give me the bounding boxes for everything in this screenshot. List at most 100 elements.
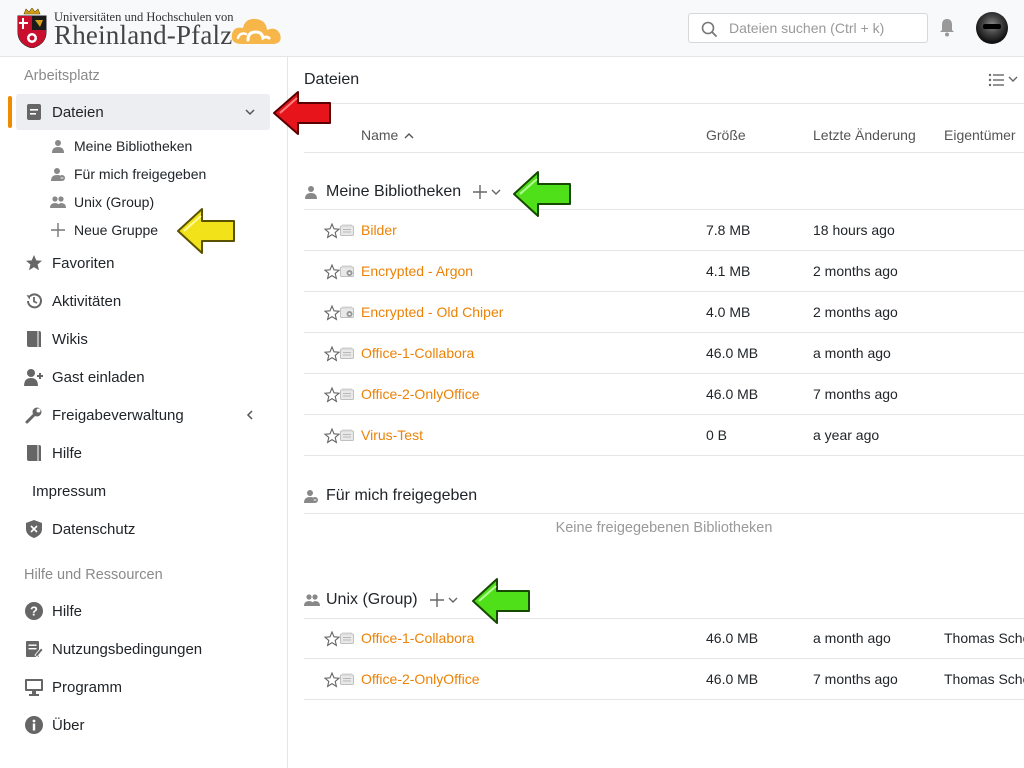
- column-header-modified[interactable]: Letzte Änderung: [813, 127, 916, 143]
- library-modified: 2 months ago: [813, 263, 898, 279]
- sidebar-subitem-my-libraries[interactable]: Meine Bibliotheken: [50, 133, 192, 159]
- table-row[interactable]: Encrypted - Argon 4.1 MB 2 months ago: [304, 251, 1024, 292]
- sidebar-subitem-new-group[interactable]: Neue Gruppe: [50, 217, 158, 243]
- sidebar-item-help-resource[interactable]: ? Hilfe: [16, 593, 82, 629]
- sidebar-item-activities[interactable]: Aktivitäten: [16, 283, 121, 319]
- column-header-size[interactable]: Größe: [706, 127, 746, 143]
- avatar[interactable]: [976, 12, 1008, 44]
- sidebar-item-share-admin[interactable]: Freigabeverwaltung: [16, 397, 270, 433]
- sidebar-subitem-unix-group[interactable]: Unix (Group): [50, 189, 154, 215]
- library-icon: [340, 429, 354, 441]
- table-row[interactable]: Encrypted - Old Chiper 4.0 MB 2 months a…: [304, 292, 1024, 333]
- library-name-link[interactable]: Virus-Test: [361, 427, 423, 443]
- sidebar-item-files[interactable]: Dateien: [16, 94, 270, 130]
- library-name-link[interactable]: Office-2-OnlyOffice: [361, 671, 480, 687]
- sidebar-item-label: Impressum: [32, 482, 107, 500]
- sidebar-subitem-label: Für mich freigegeben: [74, 166, 207, 182]
- edit-doc-icon: [24, 639, 44, 659]
- star-outline-icon[interactable]: [324, 305, 340, 321]
- sidebar-item-label: Über: [52, 716, 85, 734]
- book-icon: [24, 329, 44, 349]
- table-row[interactable]: Office-2-OnlyOffice 46.0 MB 7 months ago: [304, 374, 1024, 415]
- search-box[interactable]: [688, 13, 928, 43]
- table-row[interactable]: Office-1-Collabora 46.0 MB a month ago: [304, 333, 1024, 374]
- group-title: Meine Bibliotheken: [326, 183, 462, 200]
- sidebar-item-about[interactable]: Über: [16, 707, 85, 743]
- empty-state-text: Keine freigegebenen Bibliotheken: [555, 520, 773, 536]
- chevron-down-icon: [491, 189, 501, 195]
- table-row[interactable]: Bilder 7.8 MB 18 hours ago: [304, 210, 1024, 251]
- star-outline-icon[interactable]: [324, 223, 340, 239]
- table-row[interactable]: Office-1-Collabora 46.0 MB a month ago T…: [304, 618, 1024, 659]
- monitor-icon: [24, 677, 44, 697]
- bell-icon[interactable]: [937, 17, 957, 37]
- library-size: 46.0 MB: [706, 630, 759, 646]
- add-group-library-button[interactable]: [429, 593, 459, 607]
- section-title-resources: Hilfe und Ressourcen: [24, 567, 163, 583]
- star-outline-icon[interactable]: [324, 264, 340, 280]
- sidebar-subitem-label: Meine Bibliotheken: [74, 138, 193, 154]
- book-icon: [24, 443, 44, 463]
- question-icon: ?: [24, 601, 44, 621]
- library-modified: a month ago: [813, 630, 891, 646]
- add-library-button[interactable]: [473, 185, 502, 199]
- chevron-down-icon[interactable]: [244, 106, 256, 118]
- sidebar-item-imprint[interactable]: Impressum: [32, 473, 106, 509]
- library-icon: [340, 673, 354, 685]
- star-icon: [24, 253, 44, 273]
- star-outline-icon[interactable]: [324, 346, 340, 362]
- encrypted-library-icon: [340, 306, 354, 318]
- group-my-libraries: Meine Bibliotheken: [304, 180, 502, 204]
- user-shared-icon: [304, 488, 320, 504]
- library-size: 4.0 MB: [706, 304, 751, 320]
- user-shared-icon: [50, 166, 66, 182]
- sidebar-item-help[interactable]: Hilfe: [16, 435, 82, 471]
- group-title: Unix (Group): [326, 591, 418, 608]
- sidebar-subitem-shared[interactable]: Für mich freigegeben: [50, 161, 206, 187]
- list-view-icon[interactable]: [988, 73, 1020, 87]
- star-outline-icon[interactable]: [324, 428, 340, 444]
- library-owner: Thomas Sche: [944, 671, 1024, 687]
- chevron-left-icon[interactable]: [244, 409, 256, 421]
- table-row[interactable]: Office-2-OnlyOffice 46.0 MB 7 months ago…: [304, 659, 1024, 700]
- library-modified: a month ago: [813, 345, 891, 361]
- library-icon: [340, 388, 354, 400]
- library-name-link[interactable]: Office-1-Collabora: [361, 345, 474, 361]
- plus-icon: [50, 222, 66, 238]
- library-name-link[interactable]: Office-2-OnlyOffice: [361, 386, 480, 402]
- search-input[interactable]: [729, 19, 919, 37]
- sidebar-item-wikis[interactable]: Wikis: [16, 321, 88, 357]
- library-name-link[interactable]: Encrypted - Argon: [361, 263, 473, 279]
- sidebar-item-privacy[interactable]: Datenschutz: [16, 511, 135, 547]
- sidebar-item-label: Wikis: [52, 330, 88, 348]
- library-name-link[interactable]: Bilder: [361, 222, 397, 238]
- sidebar-item-label: Hilfe: [52, 602, 83, 620]
- sidebar-item-favorites[interactable]: Favoriten: [16, 245, 115, 281]
- star-outline-icon[interactable]: [324, 387, 340, 403]
- group-icon: [50, 194, 66, 210]
- library-icon: [340, 347, 354, 359]
- column-header-name[interactable]: Name: [361, 127, 414, 143]
- search-icon: [701, 21, 717, 37]
- star-outline-icon[interactable]: [324, 672, 340, 688]
- user-plus-icon: [24, 367, 44, 387]
- sidebar-item-program[interactable]: Programm: [16, 669, 122, 705]
- info-icon: [24, 715, 44, 735]
- sidebar-item-label: Dateien: [52, 103, 104, 121]
- sidebar-item-terms[interactable]: Nutzungsbedingungen: [16, 631, 202, 667]
- library-size: 4.1 MB: [706, 263, 751, 279]
- divider: [304, 513, 1024, 514]
- library-size: 0 B: [706, 427, 728, 443]
- active-indicator: [8, 96, 12, 128]
- file-icon: [24, 102, 44, 122]
- table-row[interactable]: Virus-Test 0 B a year ago: [304, 415, 1024, 456]
- library-name-link[interactable]: Encrypted - Old Chiper: [361, 304, 503, 320]
- library-size: 46.0 MB: [706, 345, 759, 361]
- library-name-link[interactable]: Office-1-Collabora: [361, 630, 474, 646]
- group-unix: Unix (Group): [304, 588, 459, 612]
- sort-asc-icon: [404, 133, 414, 139]
- star-outline-icon[interactable]: [324, 631, 340, 647]
- logo[interactable]: Universitäten und Hochschulen von Rheinl…: [16, 8, 286, 50]
- column-header-owner[interactable]: Eigentümer: [944, 127, 1016, 143]
- sidebar-item-invite-guest[interactable]: Gast einladen: [16, 359, 145, 395]
